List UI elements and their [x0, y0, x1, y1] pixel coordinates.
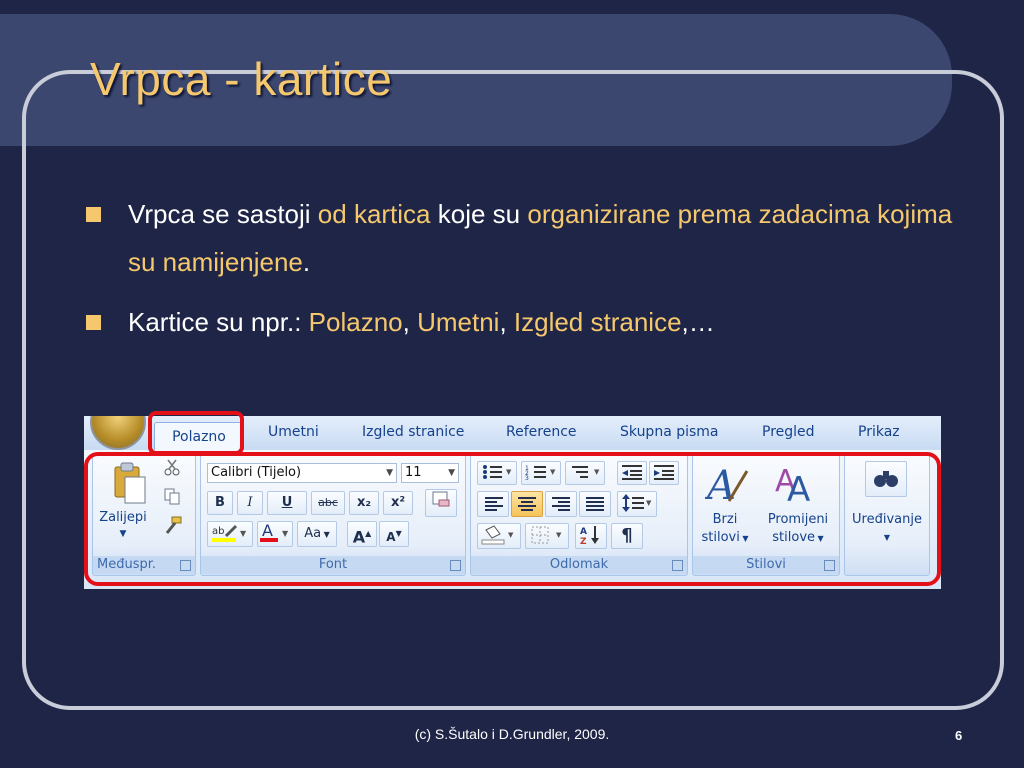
tab-umetni[interactable]: Umetni: [268, 424, 319, 440]
bullet-item: Kartice su npr.: Polazno, Umetni, Izgled…: [82, 298, 982, 346]
slide-frame: [22, 70, 1004, 710]
bullet-text: Vrpca se sastoji: [128, 199, 318, 229]
tab-skupna-pisma[interactable]: Skupna pisma: [620, 424, 719, 440]
highlighted-text: Polazno: [308, 307, 403, 337]
highlighted-text: od kartica: [317, 199, 431, 229]
active-tab-highlight-box: [148, 411, 244, 455]
bullet-text: koje su: [430, 199, 528, 229]
highlighted-text: Umetni: [417, 307, 500, 337]
tab-izgled-stranice[interactable]: Izgled stranice: [362, 424, 464, 440]
slide-title: Vrpca - kartice: [90, 53, 393, 105]
bullet-text: ,: [402, 307, 418, 337]
ribbon-panel-highlight-box: [84, 452, 941, 586]
highlighted-text: Izgled stranice: [513, 307, 682, 337]
office-button[interactable]: [90, 416, 146, 450]
tab-pregled[interactable]: Pregled: [762, 424, 815, 440]
bullet-text: .: [302, 247, 311, 277]
bullet-text: Kartice su npr.:: [128, 307, 309, 337]
page-number: 6: [955, 728, 963, 743]
tab-prikaz[interactable]: Prikaz: [858, 424, 900, 440]
tab-reference[interactable]: Reference: [506, 424, 577, 440]
bullet-text: ,…: [681, 307, 715, 337]
square-bullet-icon: [86, 207, 101, 222]
bullet-text: ,: [499, 307, 514, 337]
bullet-list: Vrpca se sastoji od kartica koje su orga…: [82, 190, 982, 346]
footer-copyright: (c) S.Šutalo i D.Grundler, 2009.: [414, 726, 610, 742]
square-bullet-icon: [86, 315, 101, 330]
bullet-item: Vrpca se sastoji od kartica koje su orga…: [82, 190, 982, 286]
